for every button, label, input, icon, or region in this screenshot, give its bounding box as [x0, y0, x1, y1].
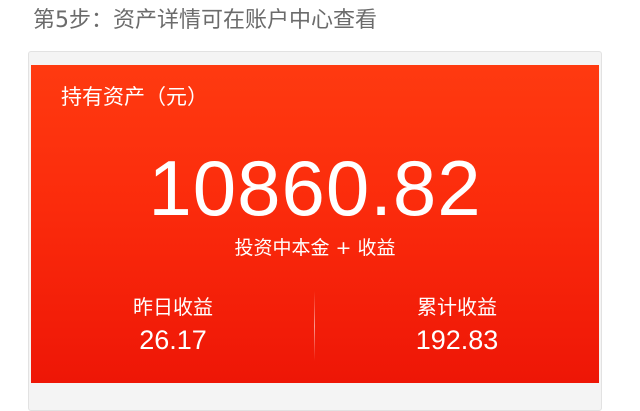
asset-card: 持有资产（元） 10860.82 投资中本金 + 收益 昨日收益 26.17 累… [31, 65, 599, 383]
step-title: 第5步：资产详情可在账户中心查看 [33, 8, 377, 33]
total-assets-amount: 10860.82 [148, 144, 482, 232]
cumulative-earnings-label: 累计收益 [417, 295, 497, 319]
principal-plus-earnings-caption: 投资中本金 + 收益 [234, 237, 396, 259]
yesterday-earnings-label: 昨日收益 [133, 295, 213, 319]
yesterday-earnings-value: 26.17 [139, 325, 207, 355]
cumulative-earnings-value: 192.83 [415, 325, 499, 355]
yesterday-earnings-stat: 昨日收益 26.17 [31, 293, 315, 357]
holding-assets-label: 持有资产（元） [61, 85, 208, 109]
cumulative-earnings-stat: 累计收益 192.83 [315, 293, 599, 357]
